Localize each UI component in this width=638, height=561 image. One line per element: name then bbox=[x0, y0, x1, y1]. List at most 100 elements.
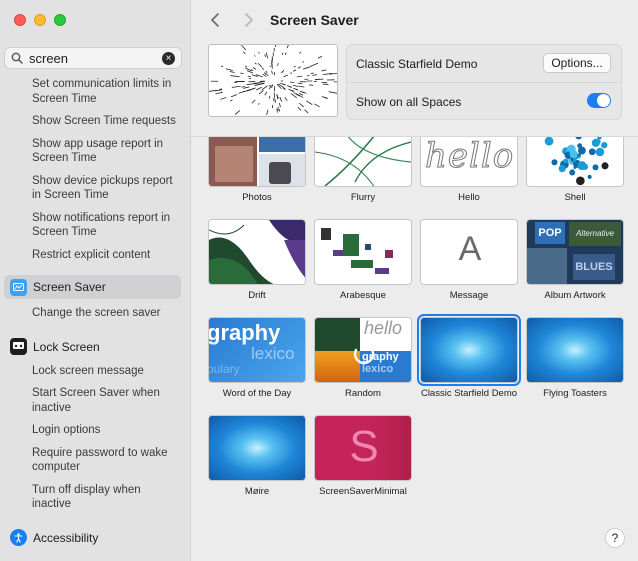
show-on-all-spaces-toggle[interactable] bbox=[587, 93, 611, 108]
tile-label: Flying Toasters bbox=[543, 388, 607, 399]
star-streak bbox=[310, 72, 314, 75]
tile-screensaverminimal[interactable]: S ScreenSaverMinimal bbox=[314, 415, 412, 498]
star-streak bbox=[264, 91, 268, 96]
album-cover: Alternative bbox=[569, 222, 621, 246]
sidebar-subitem[interactable]: Require password to wake computer bbox=[0, 444, 190, 477]
sidebar-subitem[interactable]: Restrict explicit content bbox=[0, 246, 190, 265]
search-input[interactable] bbox=[29, 50, 159, 66]
zoom-window-button[interactable] bbox=[54, 14, 66, 26]
star-streak bbox=[264, 54, 266, 57]
forward-chevron-icon[interactable] bbox=[241, 12, 255, 28]
tile-flying-toasters[interactable]: Flying Toasters bbox=[526, 317, 624, 400]
star-streak bbox=[282, 83, 286, 86]
sidebar-item-accessibility[interactable]: Accessibility bbox=[0, 526, 190, 550]
tile-arabesque[interactable]: Arabesque bbox=[314, 219, 412, 302]
star-streak bbox=[328, 91, 337, 94]
star-streak bbox=[246, 70, 254, 74]
star-streak bbox=[244, 67, 252, 72]
tile-random[interactable]: hello graphy lexico Random bbox=[314, 317, 412, 400]
star-streak bbox=[288, 88, 294, 92]
star-streak bbox=[220, 97, 227, 100]
tile-word-of-the-day[interactable]: graphy lexico bulary Word of the Day bbox=[208, 317, 306, 400]
tile-label: Album Artwork bbox=[544, 290, 606, 301]
tile-moire[interactable]: Møire bbox=[208, 415, 306, 498]
sidebar-item-label: Screen Saver bbox=[33, 280, 106, 294]
sidebar-subitem[interactable]: Show app usage report in Screen Time bbox=[0, 135, 190, 168]
star-streak bbox=[297, 66, 301, 69]
star-streak bbox=[302, 61, 305, 63]
hello-thumbnail: hello bbox=[420, 137, 518, 187]
help-button[interactable]: ? bbox=[605, 528, 625, 548]
star-streak bbox=[246, 83, 255, 86]
star-streak bbox=[312, 74, 317, 76]
shell-dot bbox=[573, 165, 577, 169]
star-streak bbox=[288, 86, 292, 88]
star-streak bbox=[245, 65, 248, 68]
shell-dot bbox=[595, 147, 605, 157]
tile-label: Shell bbox=[564, 192, 586, 203]
shell-dot bbox=[588, 148, 596, 156]
drift-thumbnail bbox=[208, 219, 306, 285]
star-streak bbox=[258, 103, 260, 105]
star-streak bbox=[284, 96, 288, 101]
word-text: bulary bbox=[208, 362, 240, 376]
shell-dot bbox=[576, 176, 585, 186]
shell-dot bbox=[577, 146, 586, 155]
star-streak bbox=[295, 88, 298, 91]
arabesque-thumbnail bbox=[314, 219, 412, 285]
album-cover: POP bbox=[535, 222, 565, 244]
sidebar-item-screen-saver[interactable]: Screen Saver bbox=[4, 275, 181, 299]
word-text: lexico bbox=[251, 344, 295, 363]
sidebar-subitem[interactable]: Show device pickups report in Screen Tim… bbox=[0, 172, 190, 205]
tile-label: Drift bbox=[248, 290, 266, 301]
flurry-thumbnail bbox=[314, 137, 412, 187]
sidebar-subitem[interactable]: Lock screen message bbox=[0, 362, 190, 381]
star-streak bbox=[240, 72, 244, 75]
clear-search-icon[interactable]: × bbox=[162, 52, 175, 65]
star-streak bbox=[255, 86, 262, 91]
tile-classic-starfield-demo[interactable]: Classic Starfield Demo bbox=[417, 314, 521, 400]
star-streak bbox=[261, 85, 268, 91]
star-streak bbox=[230, 94, 238, 98]
close-window-button[interactable] bbox=[14, 14, 26, 26]
tile-flurry[interactable]: Flurry bbox=[314, 137, 412, 204]
sidebar-item-lock-screen[interactable]: Lock Screen bbox=[0, 335, 190, 359]
shell-thumbnail bbox=[526, 137, 624, 187]
shell-dot bbox=[601, 141, 608, 149]
shuffle-icon bbox=[353, 343, 375, 365]
minimize-window-button[interactable] bbox=[34, 14, 46, 26]
search-field[interactable]: × bbox=[4, 47, 182, 69]
tile-message[interactable]: A Message bbox=[420, 219, 518, 302]
back-chevron-icon[interactable] bbox=[209, 12, 223, 28]
tile-label: Hello bbox=[458, 192, 480, 203]
word-text: graphy bbox=[208, 320, 281, 345]
shell-dot bbox=[597, 137, 602, 140]
selected-saver-name: Classic Starfield Demo bbox=[356, 57, 478, 71]
photos-thumbnail bbox=[208, 137, 306, 187]
sidebar-subitem[interactable]: Show Screen Time requests bbox=[0, 112, 190, 131]
album-cover: BLUES bbox=[573, 254, 615, 280]
star-streak bbox=[254, 62, 257, 65]
tile-drift[interactable]: Drift bbox=[208, 219, 306, 302]
star-streak bbox=[323, 97, 328, 99]
shell-dot bbox=[569, 169, 576, 176]
star-streak bbox=[265, 70, 268, 74]
sidebar-subitem[interactable]: Change the screen saver bbox=[0, 304, 190, 323]
sidebar-subitem[interactable]: Start Screen Saver when inactive bbox=[0, 384, 190, 417]
tile-hello[interactable]: hello Hello bbox=[420, 137, 518, 204]
tile-shell[interactable]: Shell bbox=[526, 137, 624, 204]
sidebar-subitem[interactable]: Turn off display when inactive bbox=[0, 481, 190, 514]
page-title: Screen Saver bbox=[270, 12, 359, 28]
tile-photos[interactable]: Photos bbox=[208, 137, 306, 204]
options-button[interactable]: Options... bbox=[543, 53, 611, 73]
main-pane: Screen Saver Classic Starfield Demo Opti… bbox=[191, 0, 638, 561]
sidebar-subitem[interactable]: Show notifications report in Screen Time bbox=[0, 209, 190, 242]
sidebar-subitem[interactable]: Login options bbox=[0, 421, 190, 440]
star-streak bbox=[247, 75, 251, 78]
sidebar-subitem[interactable]: Set communication limits in Screen Time bbox=[0, 75, 190, 108]
tile-album-artwork[interactable]: POP Alternative BLUES Album Artwork bbox=[526, 219, 624, 302]
screen-saver-options-card: Classic Starfield Demo Options... Show o… bbox=[346, 44, 622, 120]
shell-dot bbox=[592, 164, 599, 171]
moire-thumbnail bbox=[208, 415, 306, 481]
star-streak bbox=[215, 91, 223, 95]
